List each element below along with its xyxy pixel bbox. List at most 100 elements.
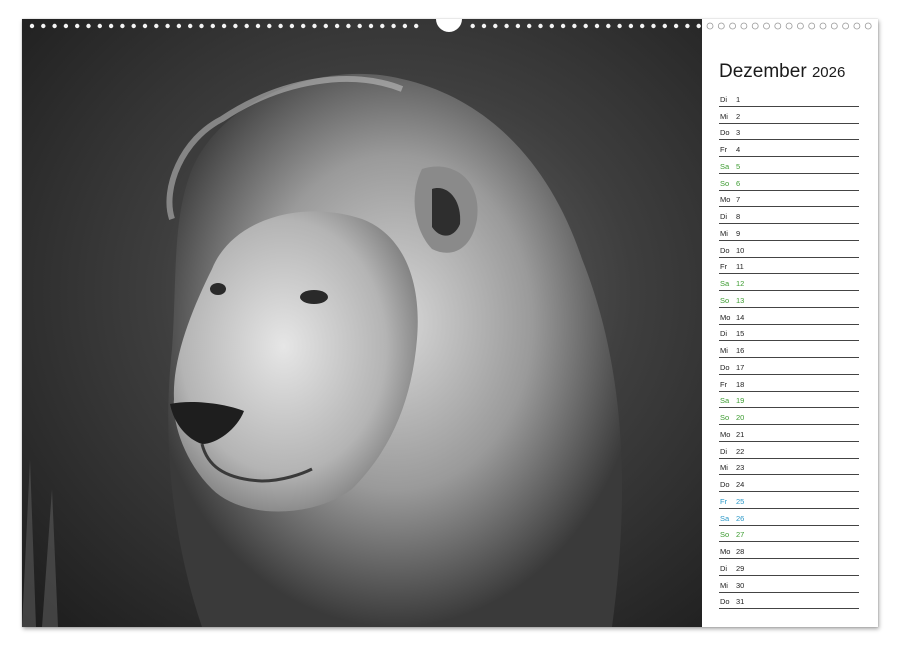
binding-hole [493, 23, 498, 29]
binding-hole [63, 23, 69, 29]
binding-hole [267, 23, 272, 29]
binding-hole [334, 23, 340, 29]
day-row: Do 31 [719, 593, 859, 610]
binding-hole [774, 22, 782, 30]
day-number: 18 [736, 379, 745, 389]
binding-hole [538, 23, 543, 29]
binding-hole [853, 22, 861, 30]
binding-hole [278, 23, 283, 29]
day-of-week: Do [720, 362, 730, 372]
day-row: Di 29 [719, 559, 859, 576]
day-number: 11 [736, 262, 744, 272]
binding-hole [402, 23, 408, 29]
day-of-week: Mi [720, 228, 728, 238]
binding-hole [188, 23, 193, 29]
binding-hole [696, 23, 701, 29]
day-number: 17 [736, 362, 745, 372]
binding-hole [108, 23, 114, 29]
binding-hole [323, 23, 328, 29]
day-row: So 13 [719, 291, 859, 308]
day-row: Do 17 [719, 358, 859, 375]
binding-hole [673, 23, 679, 29]
day-number: 30 [736, 580, 745, 590]
day-of-week: Di [720, 446, 728, 456]
binding-hole [651, 23, 656, 29]
day-number: 26 [736, 513, 745, 523]
day-row: So 27 [719, 526, 859, 543]
day-number: 13 [736, 295, 745, 305]
binding-hole [717, 22, 725, 30]
binding-hole [842, 22, 849, 30]
day-number: 27 [736, 530, 745, 540]
day-row: Mo 14 [719, 308, 859, 325]
binding-hole [560, 23, 566, 29]
day-row: Mi 30 [719, 576, 859, 593]
binding-hole [685, 23, 690, 29]
binding-hole [864, 22, 872, 30]
binding-hole [165, 23, 170, 29]
day-of-week: Sa [720, 161, 730, 171]
day-of-week: Di [720, 329, 728, 339]
day-row: Do 10 [719, 241, 859, 258]
binding-hole [368, 23, 374, 29]
day-row: Fr 4 [719, 140, 859, 157]
binding-hole [221, 23, 227, 29]
day-row: Do 24 [719, 475, 859, 492]
day-row: Mo 21 [719, 425, 859, 442]
binding-hole [210, 23, 215, 29]
binding-hole [549, 23, 554, 29]
day-row: Mo 7 [719, 191, 859, 208]
day-number: 9 [736, 228, 741, 238]
day-row: Mo 28 [719, 542, 859, 559]
binding-hole [75, 23, 80, 29]
day-number: 10 [736, 245, 745, 255]
day-row: Fr 11 [719, 258, 859, 275]
binding-hole [346, 23, 351, 29]
day-of-week: So [720, 295, 730, 305]
day-number: 16 [736, 346, 745, 355]
day-number: 25 [736, 496, 745, 506]
day-of-week: Do [720, 480, 730, 489]
binding-hole [640, 23, 645, 29]
day-number: 29 [736, 563, 745, 573]
day-row: Di 15 [719, 325, 859, 342]
binding-hole [785, 22, 793, 30]
binding-hole [481, 23, 487, 29]
year: 2026 [811, 64, 846, 81]
day-of-week: Mi [720, 346, 728, 355]
day-number: 6 [736, 178, 741, 188]
day-number: 23 [736, 463, 745, 473]
day-of-week: Mo [720, 195, 731, 205]
day-of-week: Mi [720, 580, 728, 590]
binding-hole [470, 23, 475, 29]
binding-hole [312, 23, 317, 29]
day-number: 1 [736, 94, 741, 104]
binding-hole [380, 23, 385, 29]
binding-hole [391, 23, 396, 29]
binding-hole [662, 23, 667, 29]
day-row: Di 1 [719, 90, 859, 107]
day-of-week: Fr [720, 262, 728, 272]
binding-hole [763, 22, 770, 30]
binding-hole [740, 22, 748, 30]
month-title: Dezember 2026 [719, 61, 845, 83]
day-number: 21 [736, 429, 745, 439]
binding-hole [527, 23, 532, 29]
day-row: Mi 9 [719, 224, 859, 241]
binding-hole [29, 23, 35, 29]
day-row: Sa 26 [719, 509, 859, 526]
binding-hole [606, 23, 611, 29]
binding-hole [830, 22, 838, 30]
day-number: 5 [736, 161, 741, 171]
day-of-week: Mi [720, 463, 728, 473]
binding-hole [808, 22, 816, 30]
binding-hole [301, 23, 306, 29]
day-of-week: Do [720, 597, 730, 607]
day-of-week: Di [720, 563, 728, 573]
binding-hole [52, 23, 57, 29]
calendar-panel: Dezember 2026 Di 1 Mi 2 Do 3 Fr 4 Sa 5 So 6 Mo 7 Di 8 Mi… [702, 33, 878, 627]
day-row: Mi 16 [719, 341, 859, 358]
day-of-week: Fr [720, 379, 728, 389]
day-row: Fr 18 [719, 375, 859, 392]
hanger-notch [436, 19, 462, 32]
